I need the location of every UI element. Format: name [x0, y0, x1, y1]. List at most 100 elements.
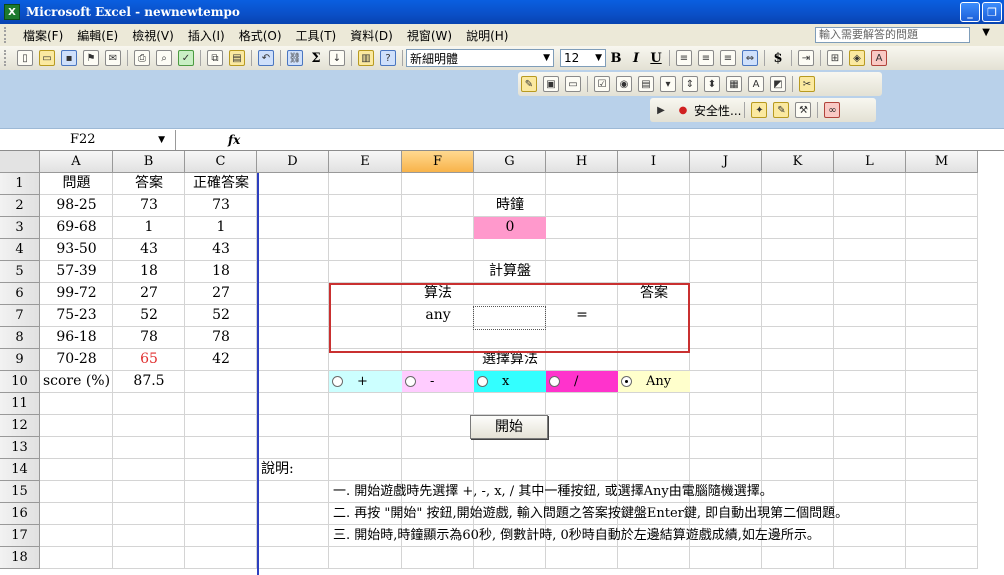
toolbox-icon[interactable]: ✂: [799, 76, 815, 92]
column-header-c[interactable]: C: [185, 151, 257, 173]
column-header-h[interactable]: H: [546, 151, 618, 173]
cell[interactable]: [546, 239, 618, 261]
column-header-j[interactable]: J: [690, 151, 762, 173]
menu-data[interactable]: 資料(D): [343, 27, 400, 44]
cell[interactable]: [618, 217, 690, 239]
font-color-icon[interactable]: A: [871, 50, 887, 66]
cell[interactable]: [906, 261, 978, 283]
cell[interactable]: [618, 261, 690, 283]
cell[interactable]: [257, 217, 329, 239]
properties-icon[interactable]: ▦: [726, 76, 742, 92]
row-header-6[interactable]: 6: [0, 283, 40, 305]
cell[interactable]: [762, 349, 834, 371]
cell[interactable]: [546, 173, 618, 195]
row-header-18[interactable]: 18: [0, 547, 40, 569]
cell[interactable]: [257, 525, 329, 547]
help-dropdown-icon[interactable]: ▼: [982, 27, 990, 38]
cell[interactable]: [546, 437, 618, 459]
cell[interactable]: [329, 415, 402, 437]
column-header-g[interactable]: G: [474, 151, 546, 173]
cell[interactable]: [762, 415, 834, 437]
checkbox-tool-icon[interactable]: ☑: [594, 76, 610, 92]
row-header-10[interactable]: 10: [0, 371, 40, 393]
label-icon[interactable]: ✎: [521, 76, 537, 92]
cell[interactable]: [113, 415, 185, 437]
cell[interactable]: [618, 547, 690, 569]
function-icon[interactable]: fx: [228, 133, 240, 147]
operator-option-5[interactable]: Any: [618, 371, 690, 392]
cell[interactable]: [113, 503, 185, 525]
cell[interactable]: [257, 503, 329, 525]
cell[interactable]: [474, 437, 546, 459]
cell[interactable]: [762, 217, 834, 239]
cell[interactable]: [474, 547, 546, 569]
cell[interactable]: [834, 437, 906, 459]
cell[interactable]: [402, 547, 474, 569]
menu-format[interactable]: 格式(O): [232, 27, 289, 44]
cell[interactable]: [113, 481, 185, 503]
cell[interactable]: [690, 459, 762, 481]
row-header-16[interactable]: 16: [0, 503, 40, 525]
cell[interactable]: [762, 195, 834, 217]
column-header-d[interactable]: D: [257, 151, 329, 173]
cell[interactable]: [474, 459, 546, 481]
cell[interactable]: [257, 173, 329, 195]
image-tool-icon[interactable]: ◩: [770, 76, 786, 92]
row-header-13[interactable]: 13: [0, 437, 40, 459]
cell[interactable]: [690, 173, 762, 195]
fill-color-icon[interactable]: ◈: [849, 50, 865, 66]
cell[interactable]: [40, 415, 113, 437]
cell[interactable]: [906, 195, 978, 217]
cell[interactable]: [834, 547, 906, 569]
start-button[interactable]: 開始: [470, 415, 548, 439]
cell[interactable]: [906, 371, 978, 393]
cell[interactable]: [690, 547, 762, 569]
cell[interactable]: [690, 437, 762, 459]
sort-ascending-icon[interactable]: ↓: [329, 50, 345, 66]
cell[interactable]: [257, 371, 329, 393]
column-header-l[interactable]: L: [834, 151, 906, 173]
cell[interactable]: [690, 415, 762, 437]
cell[interactable]: [906, 283, 978, 305]
cell[interactable]: [329, 393, 402, 415]
cell[interactable]: [257, 195, 329, 217]
answer-input[interactable]: [473, 306, 546, 330]
cell[interactable]: [762, 547, 834, 569]
print-preview-icon[interactable]: ⌕: [156, 50, 172, 66]
cell[interactable]: [185, 437, 257, 459]
align-right-icon[interactable]: ≡: [720, 50, 736, 66]
cell[interactable]: [329, 217, 402, 239]
cell[interactable]: [257, 305, 329, 327]
row-header-15[interactable]: 15: [0, 481, 40, 503]
cell[interactable]: [402, 459, 474, 481]
chart-wizard-icon[interactable]: ▥: [358, 50, 374, 66]
cell[interactable]: [185, 547, 257, 569]
cell[interactable]: [257, 547, 329, 569]
cell[interactable]: [762, 371, 834, 393]
column-header-k[interactable]: K: [762, 151, 834, 173]
cell[interactable]: [834, 239, 906, 261]
cell[interactable]: [329, 547, 402, 569]
button-tool-icon[interactable]: ▭: [565, 76, 581, 92]
cell[interactable]: [329, 239, 402, 261]
column-header-b[interactable]: B: [113, 151, 185, 173]
menu-insert[interactable]: 插入(I): [181, 27, 232, 44]
cell[interactable]: [834, 217, 906, 239]
record-icon[interactable]: ●: [675, 102, 691, 118]
cell[interactable]: [40, 547, 113, 569]
cell[interactable]: [257, 415, 329, 437]
option-button-icon[interactable]: ◉: [616, 76, 632, 92]
currency-button[interactable]: $: [768, 51, 788, 66]
menu-tools[interactable]: 工具(T): [289, 27, 344, 44]
operator-option-4[interactable]: /: [546, 371, 618, 392]
column-header-f[interactable]: F: [402, 151, 474, 173]
cell[interactable]: [906, 173, 978, 195]
cell[interactable]: [906, 415, 978, 437]
cell[interactable]: [762, 305, 834, 327]
row-header-11[interactable]: 11: [0, 393, 40, 415]
cell[interactable]: [402, 415, 474, 437]
align-left-icon[interactable]: ≡: [676, 50, 692, 66]
email-icon[interactable]: ✉: [105, 50, 121, 66]
spinner-icon[interactable]: ⬍: [704, 76, 720, 92]
cell[interactable]: [834, 283, 906, 305]
